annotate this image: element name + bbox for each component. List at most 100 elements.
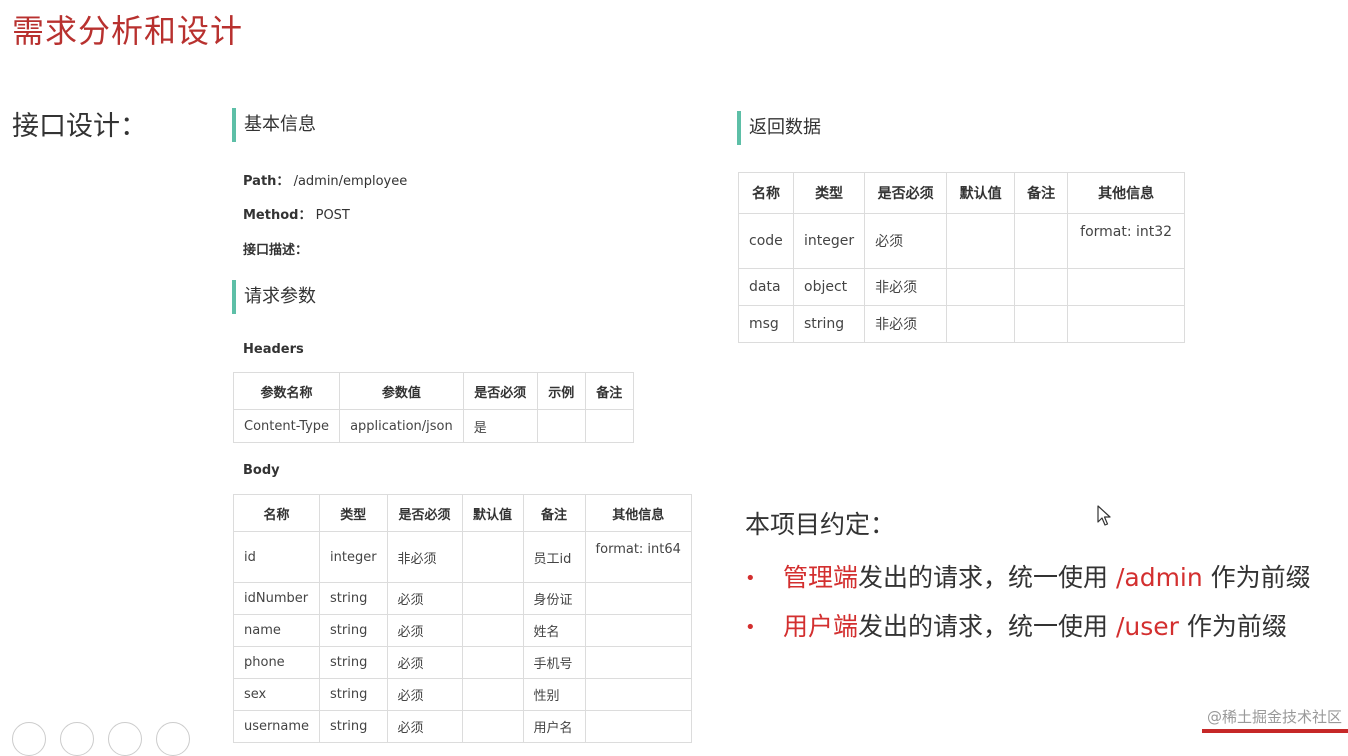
prefix-path: /user bbox=[1115, 612, 1179, 641]
return-col-type: 类型 bbox=[792, 172, 866, 214]
return-col-required: 是否必须 bbox=[864, 172, 948, 214]
table-cell: sex bbox=[233, 678, 320, 711]
body-table: 名称 类型 是否必须 默认值 备注 其他信息 id integer 非必须 员工… bbox=[233, 494, 692, 743]
table-cell bbox=[1067, 305, 1186, 343]
table-cell bbox=[584, 710, 692, 743]
mouse-cursor-icon bbox=[1097, 505, 1111, 526]
table-cell bbox=[461, 710, 524, 743]
table-cell bbox=[461, 678, 524, 711]
table-cell: 手机号 bbox=[522, 646, 586, 679]
table-cell: id bbox=[233, 531, 320, 583]
table-cell: string bbox=[319, 614, 388, 647]
table-cell: msg bbox=[738, 305, 794, 343]
section-label: 接口设计： bbox=[12, 111, 147, 142]
table-cell: 必须 bbox=[386, 710, 463, 743]
table-row: Content-Type application/json 是 bbox=[232, 409, 634, 443]
table-cell: integer bbox=[792, 213, 866, 269]
return-col-default: 默认值 bbox=[946, 172, 1016, 214]
table-cell bbox=[946, 268, 1016, 306]
table-cell: 用户名 bbox=[522, 710, 586, 743]
desc-label: 接口描述： bbox=[243, 243, 309, 258]
table-cell: data bbox=[738, 268, 794, 306]
body-col-default: 默认值 bbox=[461, 494, 524, 532]
table-cell: 必须 bbox=[864, 213, 948, 269]
table-cell bbox=[1014, 213, 1069, 269]
table-cell: 非必须 bbox=[864, 268, 948, 306]
table-cell bbox=[461, 646, 524, 679]
table-cell: 身份证 bbox=[522, 582, 586, 615]
highlight-term: 管理端 bbox=[783, 563, 859, 592]
table-cell bbox=[1014, 268, 1069, 306]
table-row: msg string 非必须 bbox=[738, 305, 1186, 343]
table-cell: Content-Type bbox=[232, 409, 341, 443]
table-cell bbox=[946, 305, 1016, 343]
table-cell bbox=[946, 213, 1016, 269]
body-col-required: 是否必须 bbox=[386, 494, 463, 532]
table-cell: 必须 bbox=[386, 582, 463, 615]
bullet-icon: • bbox=[745, 617, 756, 638]
table-cell: string bbox=[319, 710, 388, 743]
slides-button[interactable] bbox=[60, 722, 94, 756]
headers-col-name: 参数名称 bbox=[232, 372, 341, 410]
progress-bar bbox=[1202, 729, 1348, 733]
path-label: Path： bbox=[243, 174, 290, 189]
headers-col-note: 备注 bbox=[584, 372, 634, 410]
bullet-icon: • bbox=[745, 568, 756, 589]
return-col-name: 名称 bbox=[738, 172, 794, 214]
highlight-term: 用户端 bbox=[783, 612, 859, 641]
table-cell: format: int32 bbox=[1067, 213, 1186, 269]
headers-table: 参数名称 参数值 是否必须 示例 备注 Content-Type applica… bbox=[232, 372, 634, 443]
method-row: Method： POST bbox=[243, 204, 350, 223]
item-text: 作为前缀 bbox=[1202, 563, 1311, 592]
table-cell bbox=[584, 646, 692, 679]
table-cell: integer bbox=[319, 531, 388, 583]
table-cell: idNumber bbox=[233, 582, 320, 615]
path-value: /admin/employee bbox=[293, 174, 408, 189]
table-cell: string bbox=[792, 305, 866, 343]
table-cell: code bbox=[738, 213, 794, 269]
table-cell: string bbox=[319, 582, 388, 615]
return-table: 名称 类型 是否必须 默认值 备注 其他信息 code integer 必须 f… bbox=[738, 172, 1186, 343]
table-cell bbox=[461, 582, 524, 615]
table-cell bbox=[584, 409, 634, 443]
item-text: 作为前缀 bbox=[1178, 612, 1287, 641]
headers-label: Headers bbox=[243, 342, 304, 357]
pen-tool-button[interactable] bbox=[12, 722, 46, 756]
return-col-other: 其他信息 bbox=[1067, 172, 1186, 214]
table-cell: username bbox=[233, 710, 320, 743]
method-label: Method： bbox=[243, 208, 312, 223]
list-item: • 用户端发出的请求，统一使用 /user 作为前缀 bbox=[745, 603, 1311, 652]
table-cell: 员工id bbox=[522, 531, 586, 583]
item-text: 发出的请求，统一使用 bbox=[858, 563, 1116, 592]
prefix-path: /admin bbox=[1115, 563, 1203, 592]
return-data-heading: 返回数据 bbox=[737, 111, 821, 145]
table-cell: object bbox=[792, 268, 866, 306]
convention-list: • 管理端发出的请求，统一使用 /admin 作为前缀 • 用户端发出的请求，统一使… bbox=[745, 554, 1311, 652]
desc-row: 接口描述： bbox=[243, 239, 308, 258]
table-cell bbox=[584, 678, 692, 711]
return-col-note: 备注 bbox=[1014, 172, 1069, 214]
table-row: username string 必须 用户名 bbox=[233, 710, 692, 743]
headers-col-value: 参数值 bbox=[339, 372, 464, 410]
path-row: Path： /admin/employee bbox=[243, 170, 407, 189]
table-cell: 是 bbox=[462, 409, 538, 443]
table-cell bbox=[461, 614, 524, 647]
table-cell: string bbox=[319, 646, 388, 679]
table-row: code integer 必须 format: int32 bbox=[738, 213, 1186, 269]
body-col-other: 其他信息 bbox=[584, 494, 692, 532]
table-cell: 必须 bbox=[386, 614, 463, 647]
table-cell: application/json bbox=[339, 409, 464, 443]
table-row: sex string 必须 性别 bbox=[233, 678, 692, 711]
more-button[interactable] bbox=[156, 722, 190, 756]
table-row: name string 必须 姓名 bbox=[233, 614, 692, 647]
zoom-button[interactable] bbox=[108, 722, 142, 756]
method-value: POST bbox=[315, 208, 350, 223]
convention-title: 本项目约定： bbox=[745, 510, 896, 539]
table-cell: format: int64 bbox=[584, 531, 692, 583]
watermark: @稀土掘金技术社区 bbox=[1206, 708, 1342, 726]
table-cell: 非必须 bbox=[864, 305, 948, 343]
body-col-type: 类型 bbox=[319, 494, 388, 532]
table-cell bbox=[536, 409, 586, 443]
table-cell: 必须 bbox=[386, 646, 463, 679]
table-cell bbox=[1067, 268, 1186, 306]
